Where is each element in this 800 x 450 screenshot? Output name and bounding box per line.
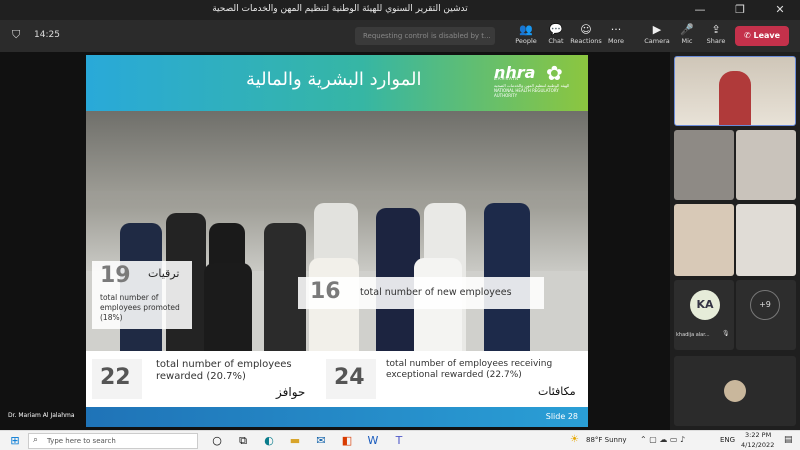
promotions-english-label: total number of employees promoted (18%) bbox=[100, 293, 180, 322]
promotions-stat-box: 19 ترقيات total number of employees prom… bbox=[92, 261, 192, 329]
participant-avatar-tile[interactable]: KA khadija alar... 🎙 bbox=[674, 280, 734, 350]
participant-video-tile[interactable] bbox=[736, 204, 796, 276]
shared-content-stage: الموارد البشرية والمالية nhra ✿ الهيئة ا… bbox=[0, 52, 670, 430]
mic-button[interactable]: 🎤 Mic bbox=[671, 22, 703, 45]
rewarded-number: 22 bbox=[100, 365, 131, 390]
people-label: People bbox=[515, 37, 537, 45]
participant-name: khadija alar... bbox=[676, 332, 710, 338]
self-avatar bbox=[724, 380, 746, 402]
rewards-band: 22 total number of employees rewarded (2… bbox=[86, 351, 588, 407]
sun-icon: ☀ bbox=[570, 434, 579, 445]
camera-label: Camera bbox=[644, 37, 670, 45]
windows-taskbar: ⊞ ⌕ Type here to search ○ ⧉ ◐ ▬ ✉ ◧ W T … bbox=[0, 430, 800, 450]
slide-number: Slide 28 bbox=[545, 412, 578, 421]
self-view-tile[interactable] bbox=[674, 356, 796, 426]
maximize-icon[interactable]: ❐ bbox=[720, 0, 760, 20]
new-employees-label: total number of new employees bbox=[360, 287, 512, 298]
camera-button[interactable]: ▶ Camera bbox=[641, 22, 673, 45]
participant-video-tile[interactable] bbox=[674, 56, 796, 126]
exceptional-arabic-label: مكافئات bbox=[538, 385, 576, 398]
presentation-slide: الموارد البشرية والمالية nhra ✿ الهيئة ا… bbox=[86, 55, 588, 427]
camera-icon: ▶ bbox=[652, 23, 662, 36]
more-button[interactable]: ··· More bbox=[600, 22, 632, 45]
exceptional-label: total number of employees receiving exce… bbox=[386, 359, 553, 380]
window-titlebar: تدشين التقرير السنوي للهيئة الوطنية لتنظ… bbox=[0, 0, 800, 20]
mic-muted-icon: 🎙 bbox=[722, 330, 730, 337]
clock-date[interactable]: 4/12/2022 bbox=[741, 441, 774, 449]
share-button[interactable]: ⇪ Share bbox=[700, 22, 732, 45]
slide-header: الموارد البشرية والمالية nhra ✿ الهيئة ا… bbox=[86, 55, 588, 111]
slide-title: الموارد البشرية والمالية bbox=[246, 69, 422, 90]
mic-label: Mic bbox=[681, 37, 693, 45]
cortana-icon[interactable]: ○ bbox=[210, 434, 224, 448]
minimize-icon[interactable]: — bbox=[680, 0, 720, 20]
office-icon[interactable]: ◧ bbox=[340, 434, 354, 448]
share-icon: ⇪ bbox=[711, 23, 721, 36]
file-explorer-icon[interactable]: ▬ bbox=[288, 434, 302, 448]
participant-video-tile[interactable] bbox=[736, 130, 796, 200]
person bbox=[204, 263, 252, 353]
edge-icon[interactable]: ◐ bbox=[262, 434, 276, 448]
nhra-logo: nhra ✿ الهيئة الوطنية لتنظيم المهن والخد… bbox=[486, 59, 584, 103]
microphone-icon: 🎤 bbox=[680, 23, 694, 36]
meeting-toolbar: ⛉ 14:25 Requesting control is disabled b… bbox=[0, 20, 800, 52]
notifications-icon[interactable]: ▤ bbox=[784, 435, 793, 445]
people-icon: 👥 bbox=[519, 23, 533, 36]
participant-video-tile[interactable] bbox=[674, 204, 734, 276]
leave-label: Leave bbox=[753, 31, 781, 40]
meeting-timer: 14:25 bbox=[34, 30, 60, 40]
leave-button[interactable]: ✆ Leave bbox=[735, 26, 789, 46]
more-label: More bbox=[607, 37, 625, 45]
task-view-icon[interactable]: ⧉ bbox=[236, 434, 250, 448]
phone-icon: ✆ bbox=[743, 31, 751, 40]
search-placeholder: Type here to search bbox=[47, 437, 116, 445]
participant-initials-avatar: KA bbox=[690, 290, 720, 320]
exceptional-number: 24 bbox=[334, 365, 365, 390]
speaker-name: Dr. Mariam Al Jalahma bbox=[8, 412, 75, 419]
chat-label: Chat bbox=[548, 37, 564, 45]
reactions-icon: ☺ bbox=[580, 23, 592, 36]
new-employees-number: 16 bbox=[310, 279, 341, 304]
request-control-field: Requesting control is disabled by t... bbox=[355, 27, 495, 45]
more-participants-count: +9 bbox=[750, 290, 780, 320]
rewarded-arabic-label: حوافز bbox=[276, 385, 306, 399]
share-label: Share bbox=[706, 37, 726, 45]
word-icon[interactable]: W bbox=[366, 434, 380, 448]
flower-logo-icon: ✿ bbox=[546, 61, 563, 85]
rewarded-number-box: 22 bbox=[92, 359, 142, 399]
slide-footer: Slide 28 bbox=[86, 407, 588, 427]
windows-start-icon[interactable]: ⊞ bbox=[8, 434, 22, 448]
clock-time[interactable]: 3:22 PM bbox=[745, 431, 771, 439]
participant-gallery: KA khadija alar... 🎙 +9 bbox=[670, 52, 800, 430]
system-tray-icons[interactable]: ⌃ ▢ ☁ ▭ ♪ bbox=[640, 435, 685, 444]
mail-icon[interactable]: ✉ bbox=[314, 434, 328, 448]
more-participants-tile[interactable]: +9 bbox=[736, 280, 796, 350]
promotions-number: 19 bbox=[100, 263, 131, 288]
participant-figure bbox=[719, 71, 751, 125]
chat-icon: 💬 bbox=[549, 23, 563, 36]
promotions-arabic-label: ترقيات bbox=[148, 267, 180, 280]
more-icon: ··· bbox=[610, 23, 622, 36]
taskbar-search-box[interactable]: ⌕ Type here to search bbox=[28, 433, 198, 449]
close-icon[interactable]: ✕ bbox=[760, 0, 800, 20]
logo-country: BAHRAIN bbox=[494, 76, 520, 81]
shield-icon: ⛉ bbox=[12, 28, 21, 41]
reactions-label: Reactions bbox=[570, 37, 602, 45]
teams-icon[interactable]: T bbox=[392, 434, 406, 448]
chat-button[interactable]: 💬 Chat bbox=[540, 22, 572, 45]
reactions-button[interactable]: ☺ Reactions bbox=[570, 22, 602, 45]
rewarded-label: total number of employees rewarded (20.7… bbox=[156, 359, 292, 382]
exceptional-number-box: 24 bbox=[326, 359, 376, 399]
search-icon: ⌕ bbox=[33, 435, 39, 445]
logo-subtext: الهيئة الوطنية لتنظيم المهن والخدمات الص… bbox=[494, 83, 570, 98]
weather-text[interactable]: 88°F Sunny bbox=[586, 436, 627, 444]
window-title: تدشين التقرير السنوي للهيئة الوطنية لتنظ… bbox=[212, 4, 468, 14]
language-indicator[interactable]: ENG bbox=[720, 436, 735, 444]
people-button[interactable]: 👥 People bbox=[510, 22, 542, 45]
participant-video-tile[interactable] bbox=[674, 130, 734, 200]
new-employees-stat-box: 16 total number of new employees bbox=[298, 277, 544, 309]
